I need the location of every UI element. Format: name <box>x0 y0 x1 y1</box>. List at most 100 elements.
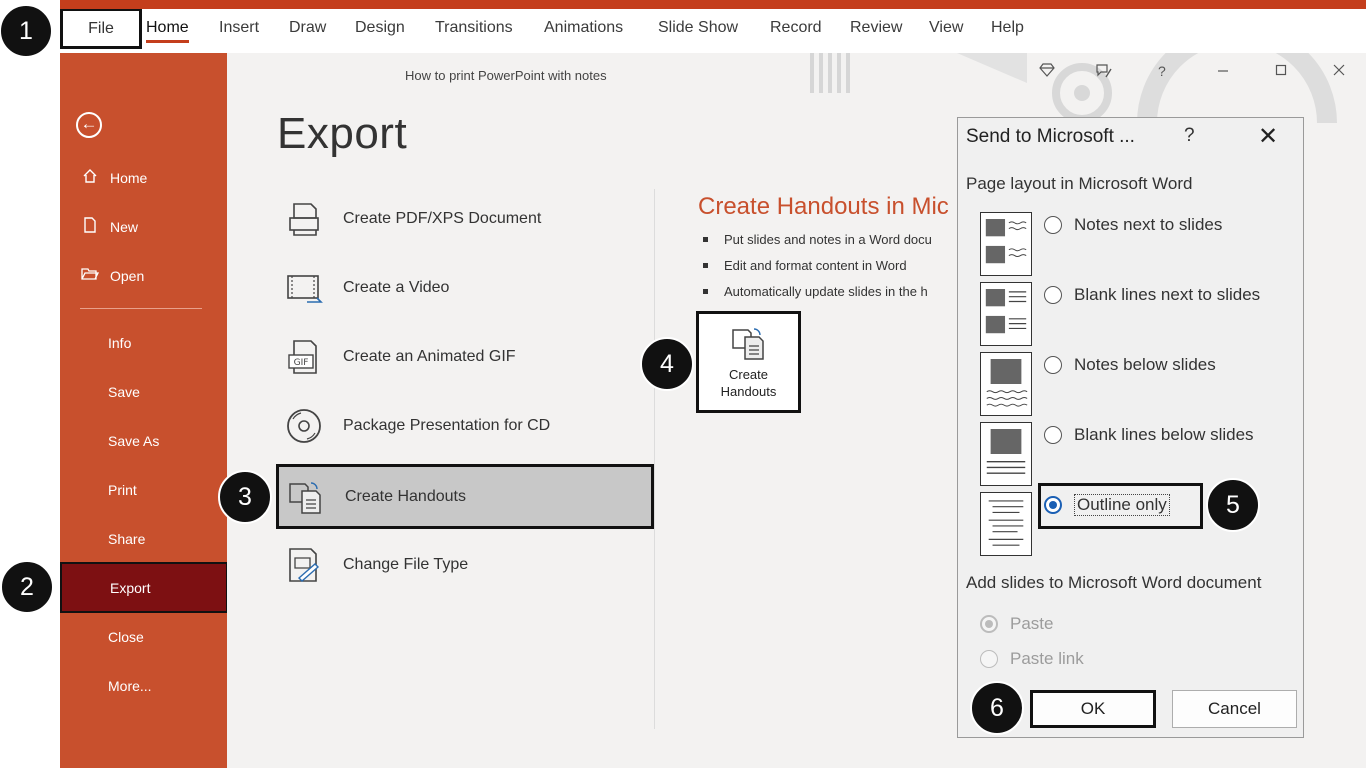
export-divider <box>654 189 655 729</box>
export-option-pdf-label: Create PDF/XPS Document <box>343 210 542 227</box>
diamond-icon[interactable] <box>1039 63 1055 81</box>
layout-option-notes-below[interactable]: Notes below slides <box>1044 352 1216 378</box>
layout-option-notes-next[interactable]: Notes next to slides <box>1044 212 1222 238</box>
tab-slide-show[interactable]: Slide Show <box>658 19 738 37</box>
step-marker-2: 2 <box>0 560 54 614</box>
nav-info-label: Info <box>108 335 132 351</box>
export-option-cd[interactable]: Package Presentation for CD <box>277 395 653 457</box>
nav-new[interactable]: New <box>60 207 227 247</box>
dialog-close-icon[interactable]: ✕ <box>1258 122 1278 151</box>
layout-option-label: Blank lines below slides <box>1074 425 1254 444</box>
blank-lines-next-to-slides-thumbnail <box>980 282 1032 346</box>
nav-export-label: Export <box>110 579 151 596</box>
radio-blank-lines-below[interactable] <box>1044 426 1062 444</box>
close-window-icon[interactable] <box>1333 63 1345 80</box>
add-option-label: Paste <box>1010 614 1054 633</box>
nav-close[interactable]: Close <box>60 617 227 657</box>
pdf-document-icon <box>289 203 319 236</box>
nav-open-label: Open <box>110 268 145 284</box>
home-icon <box>80 168 100 188</box>
nav-share[interactable]: Share <box>60 519 227 559</box>
layout-option-outline-only[interactable]: Outline only <box>1044 492 1170 518</box>
dialog-title: Send to Microsoft ... <box>966 126 1135 147</box>
create-handouts-label-line2: Handouts <box>720 384 777 399</box>
layout-option-blank-lines-next[interactable]: Blank lines next to slides <box>1044 282 1260 308</box>
add-option-paste-link[interactable]: Paste link <box>980 646 1084 672</box>
nav-new-label: New <box>110 219 139 235</box>
radio-outline-only[interactable] <box>1044 496 1062 514</box>
backstage-nav: ← Home New Open Info Save Save As Print … <box>60 53 228 768</box>
title-bar-accent <box>60 0 1366 9</box>
restore-icon[interactable] <box>1275 63 1287 80</box>
radio-blank-lines-next[interactable] <box>1044 286 1062 304</box>
tab-transitions[interactable]: Transitions <box>435 19 513 37</box>
nav-save-as[interactable]: Save As <box>60 421 227 461</box>
handouts-icon <box>731 328 764 360</box>
ribbon-tab-bar: File Home Insert Draw Design Transitions… <box>60 9 1366 53</box>
export-option-handouts[interactable]: Create Handouts <box>276 464 654 529</box>
add-option-label: Paste link <box>1010 649 1084 668</box>
ok-button[interactable]: OK <box>1030 690 1156 728</box>
tab-insert[interactable]: Insert <box>219 19 259 37</box>
tab-view[interactable]: View <box>929 19 963 37</box>
layout-option-label: Blank lines next to slides <box>1074 285 1261 304</box>
layout-option-blank-lines-below[interactable]: Blank lines below slides <box>1044 422 1254 448</box>
export-option-gif[interactable]: GIF Create an Animated GIF <box>277 326 653 388</box>
export-option-video[interactable]: Create a Video <box>277 257 653 319</box>
cancel-button[interactable]: Cancel <box>1172 690 1297 728</box>
minimize-icon[interactable] <box>1217 63 1229 80</box>
radio-notes-below[interactable] <box>1044 356 1062 374</box>
export-option-pdf[interactable]: Create PDF/XPS Document <box>277 188 653 250</box>
tab-file[interactable]: File <box>60 9 142 49</box>
dialog-help-icon[interactable]: ? <box>1184 125 1195 147</box>
nav-print[interactable]: Print <box>60 470 227 510</box>
nav-more[interactable]: More... <box>60 666 227 706</box>
nav-home[interactable]: Home <box>60 158 227 198</box>
back-arrow-icon[interactable]: ← <box>76 112 102 138</box>
layout-option-label: Outline only <box>1074 494 1170 516</box>
nav-info[interactable]: Info <box>60 323 227 363</box>
tab-animations[interactable]: Animations <box>544 19 623 37</box>
nav-save-as-label: Save As <box>108 433 160 449</box>
radio-paste[interactable] <box>980 615 998 633</box>
step-marker-4: 4 <box>640 337 694 391</box>
help-icon[interactable]: ? <box>1158 63 1166 79</box>
add-option-paste[interactable]: Paste <box>980 611 1053 637</box>
export-option-cd-label: Package Presentation for CD <box>343 417 551 434</box>
export-option-gif-label: Create an Animated GIF <box>343 348 516 365</box>
create-handouts-label-line1: Create <box>728 367 769 382</box>
add-slides-heading: Add slides to Microsoft Word document <box>966 573 1262 592</box>
tab-draw[interactable]: Draw <box>289 19 326 37</box>
step-marker-3: 3 <box>218 470 272 524</box>
detail-bullet: Put slides and notes in a Word docu <box>703 226 932 252</box>
comment-pen-icon[interactable] <box>1095 63 1113 83</box>
tab-record[interactable]: Record <box>770 19 822 37</box>
cd-icon <box>287 409 321 443</box>
layout-option-label: Notes below slides <box>1074 355 1216 374</box>
nav-save[interactable]: Save <box>60 372 227 412</box>
layout-option-label: Notes next to slides <box>1074 215 1223 234</box>
nav-export[interactable]: Export <box>60 562 228 613</box>
video-icon <box>287 275 323 303</box>
tab-design[interactable]: Design <box>355 19 405 37</box>
step-marker-6: 6 <box>970 681 1024 735</box>
detail-bullet: Automatically update slides in the h <box>703 278 932 304</box>
export-option-video-label: Create a Video <box>343 279 450 296</box>
tab-review[interactable]: Review <box>850 19 902 37</box>
change-file-type-icon <box>289 548 320 582</box>
gif-icon: GIF <box>288 340 317 374</box>
tab-home[interactable]: Home <box>146 19 189 43</box>
export-option-change-file-type[interactable]: Change File Type <box>277 534 653 596</box>
radio-paste-link[interactable] <box>980 650 998 668</box>
export-option-handouts-label: Create Handouts <box>345 487 466 505</box>
step-marker-1: 1 <box>0 4 53 58</box>
radio-notes-next[interactable] <box>1044 216 1062 234</box>
nav-open[interactable]: Open <box>60 256 227 296</box>
create-handouts-button[interactable]: Create Handouts <box>696 311 801 413</box>
page-title: Export <box>277 109 408 158</box>
tab-help[interactable]: Help <box>991 19 1024 37</box>
new-document-icon <box>80 217 100 237</box>
svg-text:GIF: GIF <box>294 358 309 368</box>
page-layout-heading: Page layout in Microsoft Word <box>966 174 1193 193</box>
document-title: How to print PowerPoint with notes <box>405 68 607 83</box>
